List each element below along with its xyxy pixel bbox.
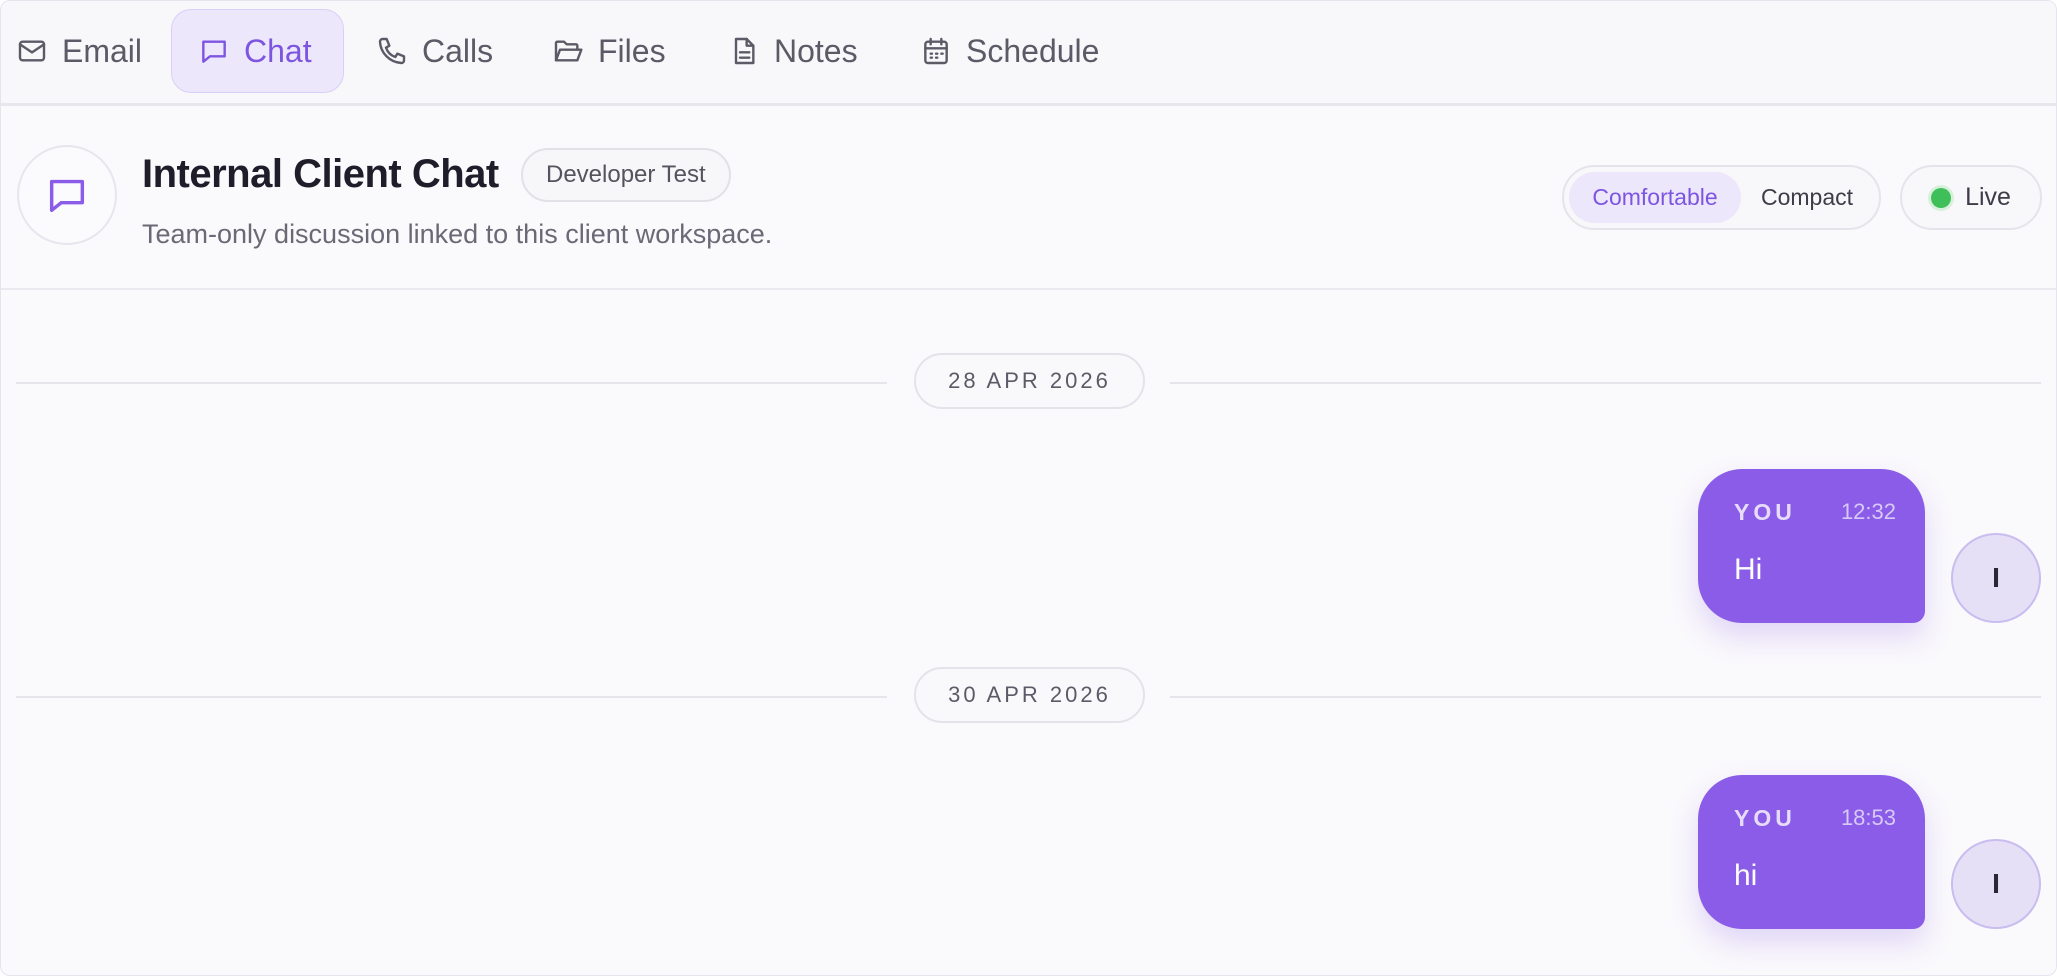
- tab-schedule-label: Schedule: [966, 32, 1100, 69]
- tab-files[interactable]: Files: [525, 9, 693, 93]
- live-status-label: Live: [1965, 183, 2011, 211]
- message-sender: YOU: [1734, 805, 1796, 831]
- divider: [1170, 382, 2041, 384]
- calendar-icon: [924, 37, 948, 65]
- avatar: I: [1951, 533, 2041, 623]
- tab-schedule[interactable]: Schedule: [893, 9, 1126, 93]
- tab-chat-label: Chat: [244, 32, 312, 69]
- environment-tag: Developer Test: [521, 148, 731, 202]
- date-separator: 30 APR 2026: [16, 667, 2041, 727]
- tab-email[interactable]: Email: [1, 9, 169, 93]
- chat-panel: Email Chat Calls Files Notes Schedule In…: [0, 0, 2057, 976]
- divider: [1170, 696, 2041, 698]
- message-time: 12:32: [1840, 499, 1896, 524]
- divider: [16, 382, 887, 384]
- avatar: I: [1951, 839, 2041, 929]
- chat-header: Internal Client Chat Developer Test Team…: [1, 106, 2056, 290]
- message-text: hi: [1734, 859, 1758, 892]
- page-title: Internal Client Chat: [142, 152, 499, 196]
- tab-calls[interactable]: Calls: [349, 9, 520, 93]
- tab-files-label: Files: [598, 32, 666, 69]
- message-text: Hi: [1734, 553, 1763, 586]
- tab-chat[interactable]: Chat: [171, 9, 344, 93]
- tab-notes-label: Notes: [774, 32, 858, 69]
- date-separator: 28 APR 2026: [16, 353, 2041, 413]
- tab-email-label: Email: [62, 32, 143, 69]
- phone-icon: [378, 37, 406, 65]
- message-time: 18:53: [1840, 805, 1896, 830]
- tab-bar: Email Chat Calls Files Notes Schedule: [1, 1, 2056, 106]
- chat-avatar: [17, 145, 117, 245]
- tab-notes[interactable]: Notes: [701, 9, 885, 93]
- message-bubble[interactable]: YOU 18:53 hi: [1698, 775, 1925, 929]
- message-sender: YOU: [1734, 499, 1796, 525]
- date-label: 30 APR 2026: [914, 667, 1145, 723]
- date-label: 28 APR 2026: [914, 353, 1145, 409]
- divider: [16, 696, 887, 698]
- density-comfortable-option[interactable]: Comfortable: [1569, 172, 1741, 223]
- live-status-badge: Live: [1900, 165, 2042, 230]
- density-compact-option[interactable]: Compact: [1745, 172, 1869, 223]
- folder-open-icon: [554, 40, 583, 62]
- message-bubble[interactable]: YOU 12:32 Hi: [1698, 469, 1925, 623]
- mail-icon: [18, 40, 46, 62]
- file-text-icon: [734, 37, 755, 65]
- page-subtitle: Team-only discussion linked to this clie…: [142, 219, 773, 249]
- tab-calls-label: Calls: [422, 32, 494, 69]
- live-indicator-dot: [1931, 187, 1952, 208]
- chat-icon: [202, 40, 226, 63]
- chat-icon: [49, 179, 85, 213]
- density-toggle: Comfortable Compact: [1562, 165, 1881, 230]
